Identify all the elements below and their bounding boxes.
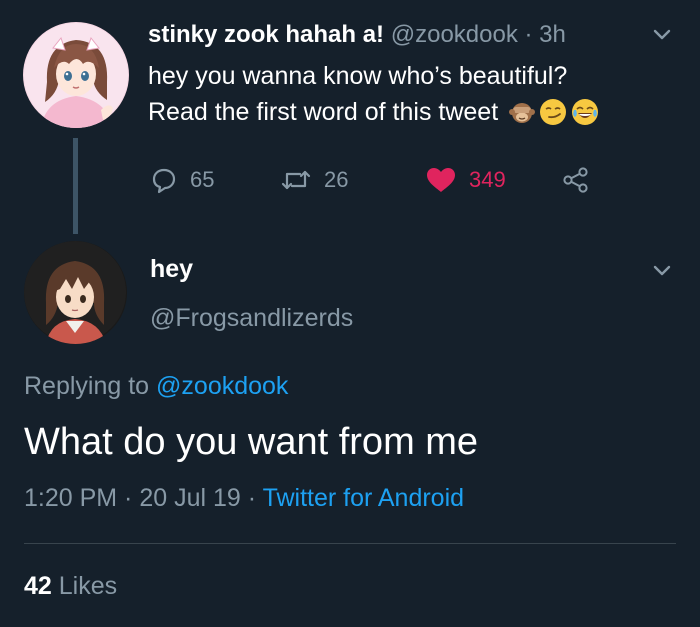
reply-date: 20 Jul 19 xyxy=(139,484,241,512)
parent-timestamp[interactable]: 3h xyxy=(539,21,566,48)
parent-display-name[interactable]: stinky zook hahah a! xyxy=(148,21,384,48)
replying-mention-link[interactable]: @zookdook xyxy=(156,372,288,400)
replying-prefix: Replying to xyxy=(24,372,150,400)
reply-handle[interactable]: @Frogsandlizerds xyxy=(150,304,353,333)
likes-count: 42 xyxy=(24,572,52,600)
likes-summary[interactable]: 42 Likes xyxy=(24,572,117,601)
parent-handle[interactable]: @zookdook xyxy=(391,21,518,48)
reply-tweet-meta: 1:20 PM · 20 Jul 19 · Twitter for Androi… xyxy=(24,484,464,513)
thread-connector-line xyxy=(73,138,78,234)
parent-tweet-header: stinky zook hahah a! @zookdook · 3h xyxy=(148,20,566,50)
smirking-face-icon xyxy=(540,99,567,125)
share-icon xyxy=(563,167,588,193)
divider xyxy=(24,543,676,544)
reply-button[interactable]: 65 xyxy=(150,160,214,200)
see-no-evil-monkey-icon xyxy=(509,103,536,123)
likes-label: Likes xyxy=(58,572,118,600)
meta-separator: · xyxy=(240,484,263,512)
parent-tweet-text: hey you wanna know who’s beautiful? Read… xyxy=(148,58,600,130)
parent-tweet-line2: Read the first word of this tweet xyxy=(148,98,499,126)
anime-girl-avatar-icon xyxy=(23,22,129,128)
face-with-tears-of-joy-icon xyxy=(572,99,599,125)
replying-to-line: Replying to @zookdook xyxy=(24,372,288,401)
reply-avatar[interactable] xyxy=(24,241,127,344)
anime-girl-avatar-icon xyxy=(24,241,127,344)
chevron-down-icon[interactable] xyxy=(653,263,671,279)
reply-time: 1:20 PM xyxy=(24,484,118,512)
like-button[interactable]: 349 xyxy=(425,160,506,200)
retweet-button[interactable]: 26 xyxy=(280,160,348,200)
like-count: 349 xyxy=(469,167,506,192)
parent-action-bar: 65 26 349 xyxy=(150,160,610,200)
parent-tweet-line1: hey you wanna know who’s beautiful? xyxy=(148,62,568,90)
chevron-down-icon[interactable] xyxy=(653,27,671,43)
parent-avatar[interactable] xyxy=(23,22,129,128)
retweet-icon xyxy=(281,170,311,190)
share-button[interactable] xyxy=(562,160,590,200)
retweet-count: 26 xyxy=(324,167,349,192)
reply-count: 65 xyxy=(190,167,215,192)
reply-tweet-text: What do you want from me xyxy=(24,421,479,463)
meta-separator: · xyxy=(517,21,540,48)
reply-icon xyxy=(152,168,176,194)
client-link[interactable]: Twitter for Android xyxy=(263,484,464,512)
heart-filled-icon xyxy=(427,168,455,192)
meta-separator: · xyxy=(117,484,140,512)
reply-display-name[interactable]: hey xyxy=(150,255,193,284)
